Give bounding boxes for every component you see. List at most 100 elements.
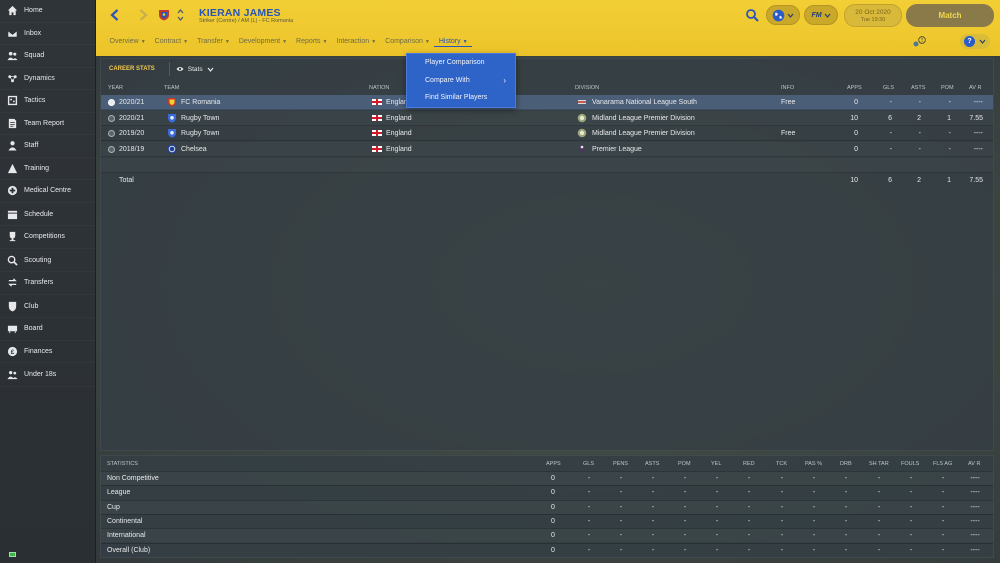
row-radio[interactable] xyxy=(108,99,115,106)
fm-menu-button[interactable]: FM xyxy=(804,5,838,25)
row-radio[interactable] xyxy=(108,115,115,122)
sidebar-item-medical-centre[interactable]: Medical Centre xyxy=(0,180,95,203)
notification-icon[interactable]: ! xyxy=(912,35,928,49)
stats-row[interactable]: International 0 - - - - - - - - - - - - … xyxy=(101,528,993,542)
menu-comparison[interactable]: Comparison ▼ xyxy=(381,38,435,47)
world-button[interactable] xyxy=(766,5,800,25)
col-yel[interactable]: YEL xyxy=(711,461,721,467)
menu-history[interactable]: History ▼ xyxy=(434,38,473,47)
col-nation[interactable]: NATION xyxy=(369,85,389,91)
table-row[interactable]: 2018/19 Chelsea England Premier League 0… xyxy=(101,142,993,157)
menu-item-player-comparison[interactable]: Player Comparison xyxy=(425,59,485,66)
sidebar-item-under-18s[interactable]: Under 18s xyxy=(0,364,95,387)
col-pens[interactable]: PENS xyxy=(613,461,628,467)
sidebar-item-finances[interactable]: £ Finances xyxy=(0,341,95,364)
stats-row[interactable]: Cup 0 - - - - - - - - - - - - ---- xyxy=(101,499,993,514)
menu-development[interactable]: Development ▼ xyxy=(234,38,291,47)
sidebar-item-team-report[interactable]: Team Report xyxy=(0,113,95,136)
player-switch-icon[interactable] xyxy=(177,7,184,23)
sidebar-item-club[interactable]: Club xyxy=(0,296,95,319)
stats-view-dropdown[interactable]: Stats xyxy=(168,62,214,76)
cell-nation[interactable]: England xyxy=(386,146,412,153)
sidebar-item-squad[interactable]: Squad xyxy=(0,45,95,68)
col-info[interactable]: INFO xyxy=(781,85,794,91)
search-icon[interactable] xyxy=(745,8,759,22)
sidebar-item-tactics[interactable]: Tactics xyxy=(0,90,95,113)
col-apps[interactable]: APPS xyxy=(847,85,862,91)
col-pom[interactable]: POM xyxy=(941,85,954,91)
stats-row[interactable]: League 0 - - - - - - - - - - - - ---- xyxy=(101,485,993,499)
menu-reports[interactable]: Reports ▼ xyxy=(292,38,332,47)
menu-transfer[interactable]: Transfer ▼ xyxy=(193,38,235,47)
chevron-down-icon: ▼ xyxy=(224,39,230,45)
menu-item-find-similar-players[interactable]: Find Similar Players xyxy=(425,94,487,101)
col-team[interactable]: TEAM xyxy=(164,85,179,91)
total-asts: 2 xyxy=(917,177,921,184)
medical-icon xyxy=(6,185,18,197)
sidebar-item-home[interactable]: Home xyxy=(0,0,95,23)
cell-nation[interactable]: England xyxy=(386,115,412,122)
cell-team[interactable]: Chelsea xyxy=(181,146,207,153)
sidebar-item-training[interactable]: Training xyxy=(0,158,95,181)
cell-division[interactable]: Midland League Premier Division xyxy=(592,130,695,137)
cell-nation[interactable]: England xyxy=(386,130,412,137)
club-crest-icon[interactable] xyxy=(158,9,170,21)
stats-row[interactable]: Continental 0 - - - - - - - - - - - - --… xyxy=(101,513,993,528)
sidebar-item-schedule[interactable]: Schedule xyxy=(0,204,95,227)
cell-apps: 0 xyxy=(854,130,858,137)
chevron-right-icon: › xyxy=(503,76,506,85)
col-drb[interactable]: DRB xyxy=(840,461,852,467)
menu-item-compare-with[interactable]: Compare With xyxy=(425,77,470,84)
cell-division[interactable]: Midland League Premier Division xyxy=(592,115,695,122)
col-red[interactable]: RED xyxy=(743,461,755,467)
table-row[interactable]: 2020/21 FC Romania England Vanarama Nati… xyxy=(101,95,993,110)
col-pom[interactable]: POM xyxy=(678,461,691,467)
cell-team[interactable]: FC Romania xyxy=(181,99,220,106)
col-avr[interactable]: AV R xyxy=(969,85,981,91)
cell-division[interactable]: Vanarama National League South xyxy=(592,99,697,106)
col-shtar[interactable]: SH TAR xyxy=(869,461,889,467)
col-pas[interactable]: PAS % xyxy=(805,461,822,467)
col-flsag[interactable]: FLS AG xyxy=(933,461,952,467)
back-arrow-icon[interactable] xyxy=(108,8,122,22)
sidebar-item-dynamics[interactable]: Dynamics xyxy=(0,68,95,91)
row-radio[interactable] xyxy=(108,130,115,137)
col-fouls[interactable]: FOULS xyxy=(901,461,919,467)
menu-interaction[interactable]: Interaction ▼ xyxy=(332,38,381,47)
stat-pom: - xyxy=(683,546,687,554)
col-asts[interactable]: ASTS xyxy=(911,85,925,91)
date-display[interactable]: 20 Oct 2020 Tue 19:30 xyxy=(844,4,902,27)
col-avr[interactable]: AV R xyxy=(968,461,980,467)
col-gls[interactable]: GLS xyxy=(583,461,594,467)
col-gls[interactable]: GLS xyxy=(883,85,894,91)
sidebar-item-staff[interactable]: Staff xyxy=(0,135,95,158)
player-position: Striker (Centre) / AM (L) - FC Romania xyxy=(199,18,294,24)
menu-contract[interactable]: Contract ▼ xyxy=(150,38,192,47)
col-asts[interactable]: ASTS xyxy=(645,461,659,467)
table-row[interactable]: 2019/20 Rugby Town England Midland Leagu… xyxy=(101,126,993,141)
sidebar-item-scouting[interactable]: Scouting xyxy=(0,250,95,273)
sidebar-item-competitions[interactable]: Competitions xyxy=(0,226,95,249)
col-statistics[interactable]: STATISTICS xyxy=(107,461,138,467)
sidebar-item-inbox[interactable]: Inbox xyxy=(0,23,95,46)
stats-row[interactable]: Overall (Club) 0 - - - - - - - - - - - -… xyxy=(101,542,993,557)
fc-romania-badge-icon xyxy=(168,98,176,107)
forward-arrow-icon[interactable] xyxy=(136,8,150,22)
row-radio[interactable] xyxy=(108,146,115,153)
cell-team[interactable]: Rugby Town xyxy=(181,115,219,122)
cell-division[interactable]: Premier League xyxy=(592,146,642,153)
continue-match-button[interactable]: Match xyxy=(906,4,994,27)
help-button[interactable]: ? xyxy=(960,34,990,49)
col-division[interactable]: DIVISION xyxy=(575,85,599,91)
col-tck[interactable]: TCK xyxy=(776,461,787,467)
col-apps[interactable]: APPS xyxy=(546,461,561,467)
col-year[interactable]: YEAR xyxy=(108,85,123,91)
menu-overview[interactable]: Overview ▼ xyxy=(105,38,150,47)
chevron-down-icon: ▼ xyxy=(462,39,468,45)
stats-row[interactable]: Non Competitive 0 - - - - - - - - - - - … xyxy=(101,471,993,485)
sidebar-item-transfers[interactable]: Transfers xyxy=(0,272,95,295)
sidebar-item-label: Scouting xyxy=(24,256,52,264)
table-row[interactable]: 2020/21 Rugby Town England Midland Leagu… xyxy=(101,111,993,126)
cell-team[interactable]: Rugby Town xyxy=(181,130,219,137)
sidebar-item-board[interactable]: Board xyxy=(0,318,95,341)
